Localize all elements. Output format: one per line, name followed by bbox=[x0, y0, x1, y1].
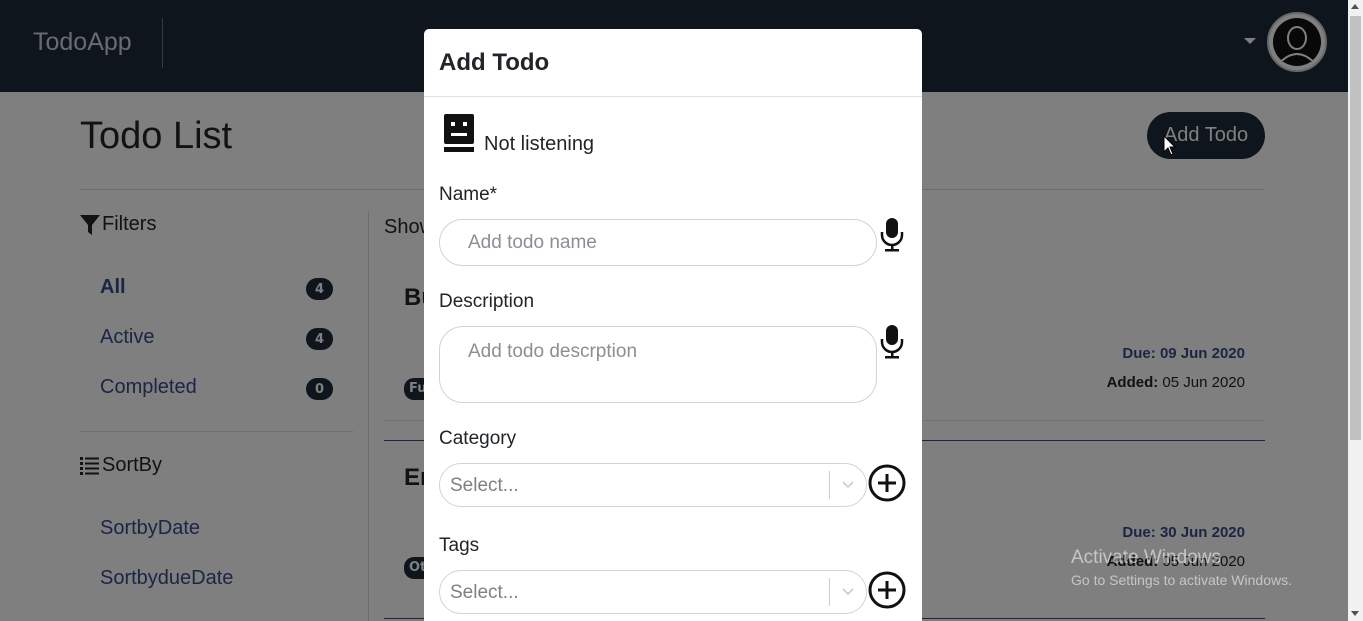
add-tag-plus-icon[interactable] bbox=[868, 571, 906, 609]
todo-description-textarea[interactable] bbox=[439, 326, 877, 403]
robot-face-icon bbox=[444, 114, 474, 152]
chevron-down-icon[interactable] bbox=[842, 585, 854, 597]
category-select[interactable]: Select... bbox=[439, 463, 867, 507]
name-microphone-icon[interactable] bbox=[880, 218, 904, 252]
add-category-plus-icon[interactable] bbox=[868, 464, 906, 502]
chevron-down-icon[interactable] bbox=[842, 478, 854, 490]
tags-select[interactable]: Select... bbox=[439, 570, 867, 614]
page-scrollbar[interactable] bbox=[1348, 0, 1363, 621]
mouse-cursor-icon bbox=[1163, 135, 1177, 156]
select-separator bbox=[829, 578, 830, 606]
tags-select-placeholder: Select... bbox=[450, 582, 519, 603]
description-label: Description bbox=[439, 291, 535, 312]
modal-header-divider bbox=[424, 96, 922, 97]
activation-watermark-subtitle: Go to Settings to activate Windows. bbox=[1071, 572, 1292, 588]
voice-status: Not listening bbox=[484, 133, 595, 155]
activation-watermark-title: Activate Windows bbox=[1071, 547, 1221, 568]
todo-name-input[interactable] bbox=[439, 219, 877, 266]
modal-title: Add Todo bbox=[439, 49, 550, 76]
scroll-up-arrow-icon[interactable] bbox=[1351, 4, 1359, 9]
add-todo-modal: Add Todo Not listening Name* Description… bbox=[424, 29, 922, 621]
category-select-placeholder: Select... bbox=[450, 475, 519, 496]
category-label: Category bbox=[439, 428, 517, 449]
scroll-down-arrow-icon[interactable] bbox=[1351, 611, 1359, 616]
description-microphone-icon[interactable] bbox=[880, 325, 904, 359]
scroll-thumb[interactable] bbox=[1350, 16, 1361, 440]
tags-label: Tags bbox=[439, 535, 480, 556]
select-separator bbox=[829, 471, 830, 499]
name-label: Name* bbox=[439, 184, 498, 205]
